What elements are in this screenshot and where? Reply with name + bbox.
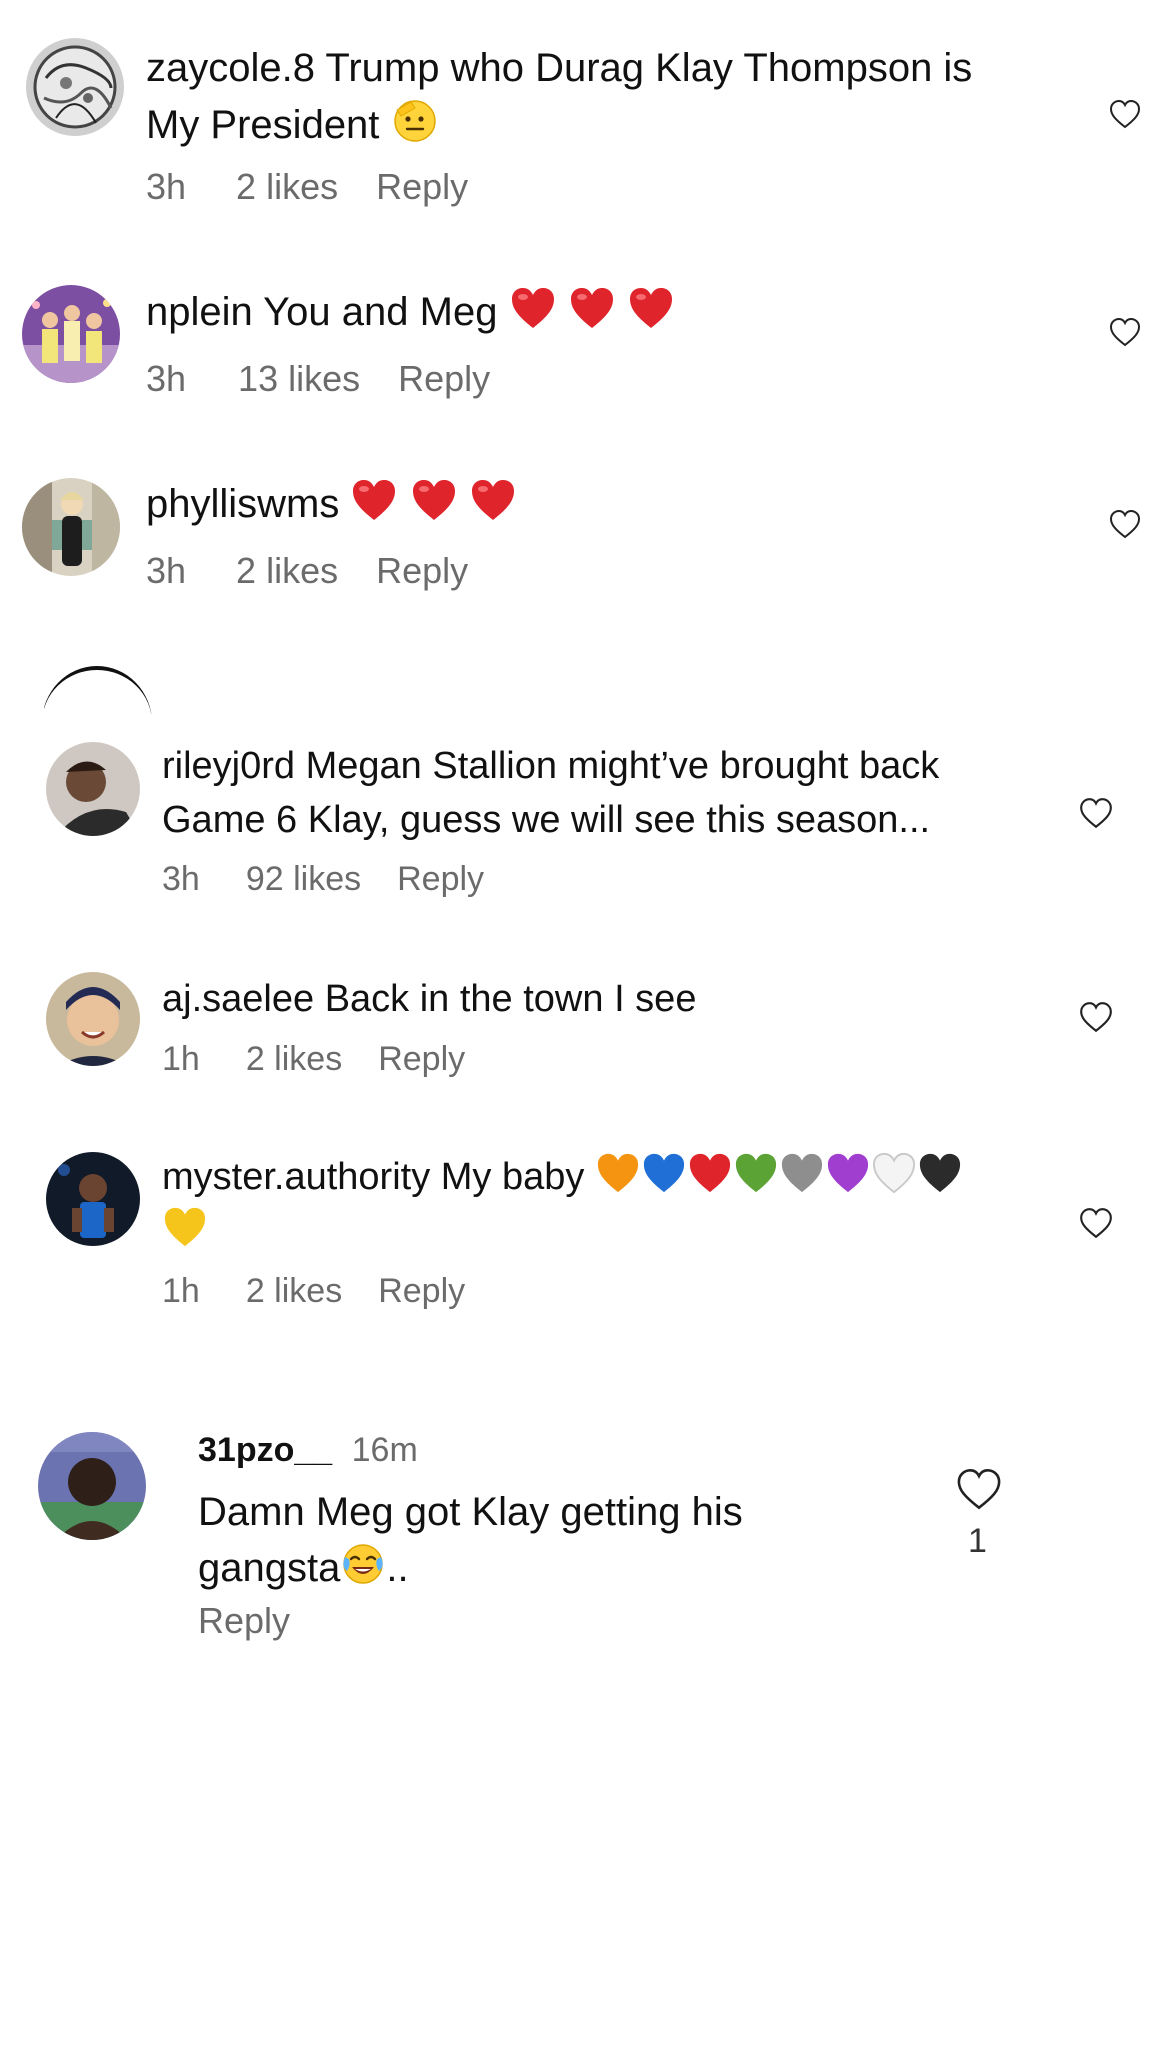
red-heart-emoji	[509, 285, 557, 331]
comment-body-line2: Game 6 Klay, guess we will see this seas…	[162, 799, 931, 841]
username[interactable]: rileyj0rd	[162, 745, 295, 787]
comment-body-line2: My President	[146, 103, 380, 147]
username[interactable]: phylliswms	[146, 482, 339, 526]
green-heart-emoji	[733, 1151, 779, 1195]
heart-outline-icon	[1109, 509, 1141, 539]
reply-button[interactable]: Reply	[378, 1272, 465, 1311]
comment-text: myster.authority My baby	[162, 1150, 1042, 1258]
avatar-fragment	[44, 654, 154, 714]
comment-text: Damn Meg got Klay getting his gangsta..	[198, 1484, 958, 1596]
orange-heart-emoji	[595, 1151, 641, 1195]
like-count[interactable]: 2 likes	[246, 1040, 342, 1079]
comment-body: Back in the town I see	[324, 978, 697, 1020]
black-heart-emoji	[917, 1151, 963, 1195]
reply-button[interactable]: Reply	[378, 1040, 465, 1079]
comment-body: My baby	[440, 1156, 585, 1198]
red-heart-emoji	[469, 477, 517, 523]
comment-time: 3h	[146, 550, 187, 591]
like-count[interactable]: 2 likes	[246, 1272, 342, 1311]
face-with-tears-of-joy-emoji	[340, 1541, 386, 1587]
username[interactable]: myster.authority	[162, 1156, 430, 1198]
comment-time: 3h	[146, 358, 187, 399]
reply-button[interactable]: Reply	[376, 166, 468, 208]
like-count[interactable]: 2 likes	[236, 166, 338, 208]
like-count[interactable]: 2 likes	[236, 550, 338, 592]
avatar[interactable]	[46, 972, 140, 1066]
reply-button[interactable]: Reply	[376, 550, 468, 592]
saluting-face-emoji	[391, 96, 439, 144]
heart-outline-icon	[1080, 1002, 1112, 1033]
comment-body: Megan Stallion might’ve brought back	[305, 745, 940, 787]
like-button[interactable]	[1108, 316, 1142, 348]
comment-body: Damn Meg got Klay getting his	[198, 1490, 743, 1534]
like-count: 1	[968, 1522, 987, 1560]
heart-outline-icon	[1080, 1208, 1112, 1239]
like-button[interactable]	[1078, 1206, 1114, 1240]
comment-time: 3h	[162, 860, 200, 898]
yellow-heart-emoji	[162, 1205, 208, 1249]
comment-body-suffix: ..	[386, 1546, 409, 1590]
like-button[interactable]	[1108, 98, 1142, 130]
avatar[interactable]	[22, 285, 120, 383]
like-button[interactable]	[1078, 1000, 1114, 1034]
heart-outline-icon	[1109, 317, 1141, 347]
like-button[interactable]	[954, 1466, 1004, 1512]
avatar[interactable]	[46, 1152, 140, 1246]
comment-time: 3h	[146, 166, 187, 207]
avatar[interactable]	[26, 38, 124, 136]
avatar[interactable]	[22, 478, 120, 576]
username[interactable]: aj.saelee	[162, 978, 314, 1020]
blue-heart-emoji	[641, 1151, 687, 1195]
comment-meta: 3h 2 likes Reply	[146, 550, 468, 592]
red-heart-emoji	[568, 285, 616, 331]
username[interactable]: nplein	[146, 290, 253, 334]
heart-outline-icon	[1109, 99, 1141, 129]
avatar[interactable]	[38, 1432, 146, 1540]
comment-time: 1h	[162, 1272, 200, 1310]
purple-heart-emoji	[825, 1151, 871, 1195]
red-heart-emoji	[410, 477, 458, 523]
red-heart-emoji	[627, 285, 675, 331]
like-count[interactable]: 13 likes	[238, 358, 360, 400]
comment-time: 16m	[351, 1431, 418, 1469]
reply-button[interactable]: Reply	[198, 1600, 290, 1642]
comment-meta: Reply	[198, 1600, 290, 1642]
comment-time: 1h	[162, 1040, 200, 1078]
comment-meta: 3h 92 likes Reply	[162, 860, 484, 899]
reply-button[interactable]: Reply	[397, 860, 484, 899]
username[interactable]: zaycole.8	[146, 46, 315, 90]
comment-text: nplein You and Meg	[146, 284, 1046, 340]
comment-text: zaycole.8 Trump who Durag Klay Thompson …	[146, 40, 1046, 153]
red-heart-emoji	[687, 1151, 733, 1195]
comment-header: 31pzo__ 16m	[198, 1428, 418, 1472]
comment-body: Trump who Durag Klay Thompson is	[325, 46, 973, 90]
comment-meta: 3h 2 likes Reply	[146, 166, 468, 208]
comment-text: phylliswms	[146, 476, 1046, 532]
reply-button[interactable]: Reply	[398, 358, 490, 400]
avatar[interactable]	[46, 742, 140, 836]
like-count[interactable]: 92 likes	[246, 860, 361, 899]
comment-meta: 1h 2 likes Reply	[162, 1272, 465, 1311]
heart-outline-icon	[1080, 798, 1112, 829]
white-heart-emoji	[871, 1151, 917, 1195]
comment-body-line2: gangsta	[198, 1546, 341, 1590]
comment-text: aj.saelee Back in the town I see	[162, 972, 1042, 1026]
comment-meta: 1h 2 likes Reply	[162, 1040, 465, 1079]
username[interactable]: 31pzo__	[198, 1431, 332, 1469]
like-button[interactable]	[1108, 508, 1142, 540]
comment-text: rileyj0rd Megan Stallion might’ve brough…	[162, 739, 1042, 847]
heart-outline-icon	[957, 1469, 1001, 1510]
red-heart-emoji	[350, 477, 398, 523]
comment-meta: 3h 13 likes Reply	[146, 358, 490, 400]
grey-heart-emoji	[779, 1151, 825, 1195]
comment-body: You and Meg	[263, 290, 498, 334]
like-button[interactable]	[1078, 796, 1114, 830]
